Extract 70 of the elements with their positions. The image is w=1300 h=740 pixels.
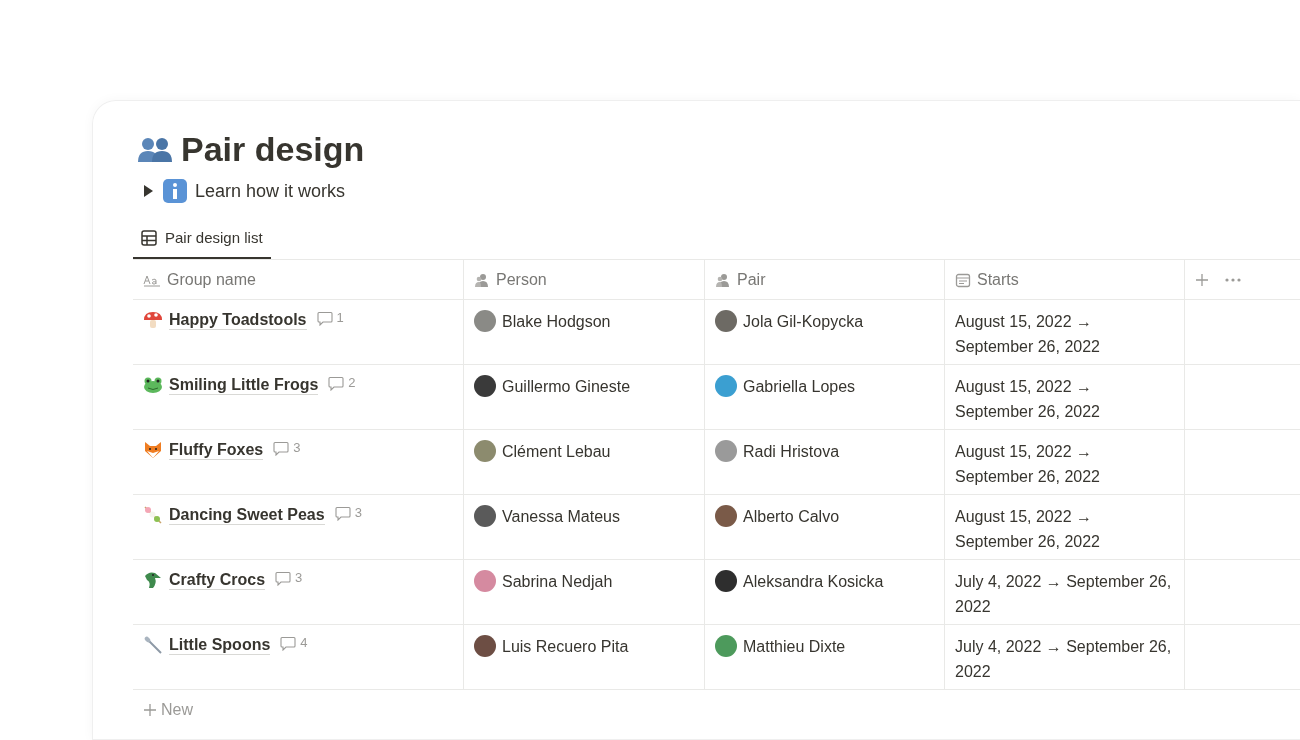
avatar [474, 440, 496, 463]
comment-icon [273, 440, 290, 456]
page-title: Pair design [181, 129, 365, 170]
column-header[interactable]: Starts [977, 267, 1019, 292]
comment-count: 3 [354, 505, 362, 521]
person-icon [474, 271, 490, 288]
avatar [715, 570, 737, 593]
person-name: Blake Hodgson [502, 312, 611, 333]
avatar [474, 375, 496, 398]
comment-icon [328, 375, 345, 391]
comment-icon [280, 635, 297, 651]
avatar [715, 505, 737, 528]
comment-icon [275, 570, 292, 586]
comment-count: 3 [295, 570, 303, 586]
calendar-icon [955, 271, 971, 288]
frog-icon [143, 375, 163, 396]
avatar [715, 310, 737, 333]
person-name: Alberto Calvo [743, 507, 840, 528]
avatar [474, 310, 496, 333]
group-name-link[interactable]: Little Spoons [169, 635, 271, 656]
group-name-link[interactable]: Dancing Sweet Peas [169, 505, 325, 526]
date-range: July 4, 2022 → September 26, 2022 [955, 637, 1173, 683]
person-name: Clément Lebau [502, 442, 611, 463]
crocodile-icon [143, 570, 163, 591]
person-name: Radi Hristova [743, 442, 840, 463]
comment-icon [334, 505, 351, 521]
skewer-icon [143, 505, 163, 526]
comment-count: 2 [348, 375, 356, 391]
triangle-icon[interactable] [141, 183, 155, 200]
avatar [474, 505, 496, 528]
group-name-link[interactable]: Crafty Crocs [169, 570, 266, 591]
view-tab[interactable]: Pair design list [133, 220, 271, 260]
plus-icon[interactable] [1195, 272, 1209, 287]
plus-icon [143, 703, 157, 718]
comment-count: 4 [300, 635, 308, 651]
avatar [715, 375, 737, 398]
person-name: Aleksandra Kosicka [743, 572, 884, 593]
date-range: August 15, 2022 → September 26, 2022 [955, 312, 1101, 358]
avatar [474, 635, 496, 658]
person-name: Vanessa Mateus [502, 507, 620, 528]
person-name: Matthieu Dixte [743, 637, 846, 658]
column-header[interactable]: Group name [167, 267, 256, 292]
group-name-link[interactable]: Happy Toadstools [169, 310, 307, 331]
table-icon [141, 230, 157, 247]
person-name: Gabriella Lopes [743, 377, 856, 398]
fox-icon [143, 440, 163, 461]
comment-icon [316, 310, 333, 326]
date-range: July 4, 2022 → September 26, 2022 [955, 572, 1173, 618]
more-icon[interactable] [1225, 277, 1241, 282]
person-name: Luis Recuero Pita [502, 637, 629, 658]
date-range: August 15, 2022 → September 26, 2022 [955, 507, 1101, 553]
person-name: Sabrina Nedjah [502, 572, 613, 593]
avatar [715, 440, 737, 463]
date-range: August 15, 2022 → September 26, 2022 [955, 442, 1101, 488]
group-name-link[interactable]: Smiling Little Frogs [169, 375, 319, 396]
spoon-icon [143, 635, 163, 656]
date-range: August 15, 2022 → September 26, 2022 [955, 377, 1101, 423]
avatar [715, 635, 737, 658]
column-header[interactable]: Person [496, 267, 547, 292]
person-name: Jola Gil-Kopycka [743, 312, 864, 333]
info-icon [163, 179, 187, 204]
person-icon [715, 271, 731, 288]
comment-count: 3 [293, 440, 301, 456]
comment-count: 1 [336, 310, 344, 326]
mushroom-icon [143, 310, 163, 331]
avatar [474, 570, 496, 593]
person-name: Guillermo Gineste [502, 377, 631, 398]
group-name-link[interactable]: Fluffy Foxes [169, 440, 264, 461]
toggle-label[interactable]: Learn how it works [195, 177, 346, 205]
column-header[interactable]: Pair [737, 267, 766, 292]
